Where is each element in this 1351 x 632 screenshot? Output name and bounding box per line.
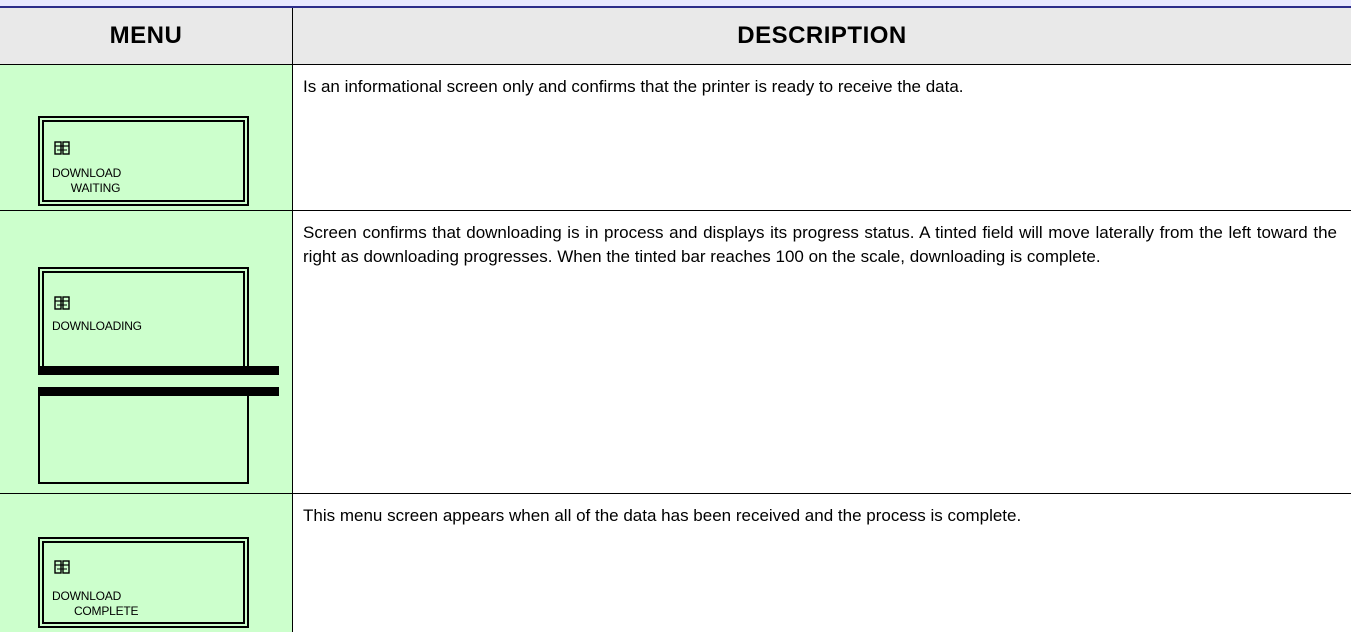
lcd-line-2: COMPLETE xyxy=(52,604,139,618)
printer-icon xyxy=(54,296,70,310)
description-text: This menu screen appears when all of the… xyxy=(303,506,1022,525)
description-cell-downloading: Screen confirms that downloading is in p… xyxy=(293,211,1351,494)
printer-icon xyxy=(54,560,70,574)
progress-bar-lower xyxy=(38,387,279,396)
lcd-line-2: WAITING xyxy=(52,181,121,195)
menu-cell-download-complete: DOWNLOAD COMPLETE xyxy=(0,494,293,632)
lcd-screen-download-waiting: DOWNLOAD WAITING xyxy=(38,116,249,206)
description-cell-download-waiting: Is an informational screen only and conf… xyxy=(293,65,1351,211)
menu-cell-downloading: DOWNLOADING xyxy=(0,211,293,494)
lcd-screen-downloading: DOWNLOADING xyxy=(38,267,249,369)
progress-scale-box xyxy=(38,396,249,484)
lcd-line-1: DOWNLOAD xyxy=(52,589,122,603)
description-text: Is an informational screen only and conf… xyxy=(303,77,964,96)
printer-icon xyxy=(54,141,70,155)
menu-column-header: MENU xyxy=(0,8,293,65)
description-cell-download-complete: This menu screen appears when all of the… xyxy=(293,494,1351,632)
lcd-line-1: DOWNLOAD xyxy=(52,166,122,180)
progress-bar-upper xyxy=(38,366,279,375)
menu-description-table: MENU DESCRIPTION DOWNLOAD WAITING Is an … xyxy=(0,0,1351,632)
description-text: Screen confirms that downloading is in p… xyxy=(303,223,1337,266)
lcd-line-1: DOWNLOADING xyxy=(52,319,142,333)
description-header-label: DESCRIPTION xyxy=(737,22,907,49)
menu-header-label: MENU xyxy=(109,22,183,49)
lcd-screen-download-complete: DOWNLOAD COMPLETE xyxy=(38,537,249,628)
description-column-header: DESCRIPTION xyxy=(293,8,1351,65)
menu-cell-download-waiting: DOWNLOAD WAITING xyxy=(0,65,293,211)
top-rule xyxy=(0,0,1351,8)
